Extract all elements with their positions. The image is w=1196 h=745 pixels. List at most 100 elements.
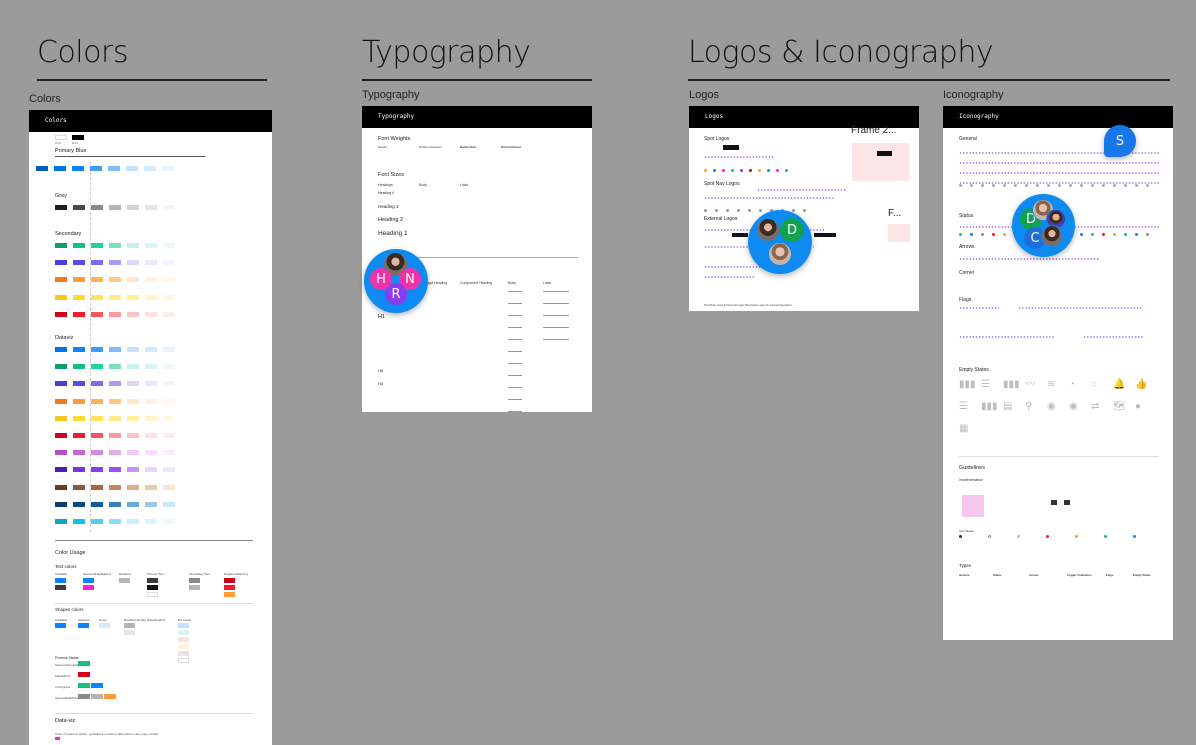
general-icon[interactable] xyxy=(1036,184,1039,187)
color-swatch[interactable] xyxy=(109,364,121,370)
empty-state-icon[interactable]: ⚲ xyxy=(1025,402,1039,412)
empty-state-icon[interactable]: ▦ xyxy=(959,424,973,434)
nav-logo-icon[interactable] xyxy=(737,209,740,212)
general-icon[interactable] xyxy=(992,184,995,187)
color-swatch[interactable] xyxy=(55,519,67,524)
status-swatch[interactable] xyxy=(78,661,90,666)
color-swatch[interactable] xyxy=(55,433,67,438)
empty-state-icon[interactable]: ○ xyxy=(1091,380,1105,390)
status-icon[interactable] xyxy=(1003,233,1006,236)
color-swatch[interactable] xyxy=(55,294,67,300)
logo-icon[interactable] xyxy=(749,169,752,172)
avatar-photo[interactable] xyxy=(1041,225,1063,247)
color-swatch[interactable] xyxy=(73,450,85,456)
color-swatch[interactable] xyxy=(90,166,102,171)
color-swatch[interactable] xyxy=(108,166,120,171)
color-swatch[interactable] xyxy=(109,398,121,404)
color-swatch[interactable] xyxy=(145,277,157,283)
logo-icon[interactable] xyxy=(785,169,788,172)
color-swatch[interactable] xyxy=(163,433,175,438)
color-swatch[interactable] xyxy=(73,501,85,507)
color-swatch[interactable] xyxy=(91,347,103,352)
color-swatch[interactable] xyxy=(127,467,139,473)
status-swatch[interactable] xyxy=(91,694,103,699)
color-swatch[interactable] xyxy=(127,311,139,317)
empty-state-icon[interactable]: ☰ xyxy=(981,380,995,390)
color-swatch[interactable] xyxy=(127,277,139,283)
color-swatch[interactable] xyxy=(73,294,85,300)
general-icon[interactable] xyxy=(959,184,962,187)
color-swatch[interactable] xyxy=(91,311,103,317)
color-swatch[interactable] xyxy=(145,519,157,524)
color-swatch[interactable] xyxy=(109,415,121,421)
color-swatch[interactable] xyxy=(55,364,67,370)
color-swatch[interactable] xyxy=(163,398,175,404)
color-swatch[interactable] xyxy=(127,519,139,524)
color-swatch[interactable] xyxy=(224,578,235,583)
color-swatch[interactable] xyxy=(163,501,175,507)
color-swatch[interactable] xyxy=(91,433,103,438)
color-swatch[interactable] xyxy=(145,450,157,456)
color-swatch[interactable] xyxy=(189,578,200,583)
frame-label-colors[interactable]: Colors xyxy=(29,93,61,105)
color-swatch[interactable] xyxy=(55,585,66,590)
general-icon[interactable] xyxy=(1102,184,1105,187)
collaborator-cluster-typography[interactable]: H N R xyxy=(364,249,428,313)
empty-state-icon[interactable]: ▤ xyxy=(1003,402,1017,412)
frame-logos[interactable]: Logos Spot Logos Spot Nav Logos External L… xyxy=(689,106,919,311)
color-swatch[interactable] xyxy=(163,260,175,266)
color-swatch[interactable] xyxy=(109,205,121,210)
general-icon[interactable] xyxy=(1014,184,1017,187)
color-swatch[interactable] xyxy=(124,630,135,635)
color-swatch[interactable] xyxy=(109,277,121,283)
logo-icon[interactable] xyxy=(704,169,707,172)
color-swatch[interactable] xyxy=(224,592,235,597)
color-swatch[interactable] xyxy=(55,381,67,387)
avatar-s[interactable]: S xyxy=(1110,131,1130,151)
color-swatch[interactable] xyxy=(145,364,157,370)
spot-logo-dark[interactable] xyxy=(723,145,739,150)
status-icon[interactable] xyxy=(1146,233,1149,236)
color-swatch[interactable] xyxy=(147,578,158,583)
external-logo-dark[interactable] xyxy=(732,233,748,237)
color-swatch[interactable] xyxy=(73,260,85,266)
general-icon[interactable] xyxy=(1047,184,1050,187)
general-icon[interactable] xyxy=(981,184,984,187)
color-swatch[interactable] xyxy=(163,415,175,421)
color-swatch[interactable] xyxy=(83,578,94,583)
color-swatch[interactable] xyxy=(145,381,157,387)
status-swatch[interactable] xyxy=(78,672,90,677)
color-swatch[interactable] xyxy=(55,467,67,473)
nav-logo-icon[interactable] xyxy=(715,209,718,212)
frame-label-typography[interactable]: Typography xyxy=(362,89,419,101)
color-swatch[interactable] xyxy=(91,381,103,387)
logo-icon[interactable] xyxy=(731,169,734,172)
color-swatch[interactable] xyxy=(127,364,139,370)
color-swatch[interactable] xyxy=(127,294,139,300)
color-swatch[interactable] xyxy=(127,260,139,266)
empty-state-icon[interactable]: 👍 xyxy=(1135,380,1149,390)
color-swatch[interactable] xyxy=(163,381,175,387)
color-swatch[interactable] xyxy=(109,243,121,248)
bg-swatch[interactable] xyxy=(178,637,189,642)
color-swatch[interactable] xyxy=(145,415,157,421)
side-frame-small[interactable] xyxy=(888,224,910,242)
status-swatch[interactable] xyxy=(91,683,103,688)
color-swatch[interactable] xyxy=(83,585,94,590)
color-swatch[interactable] xyxy=(36,166,48,171)
color-swatch[interactable] xyxy=(163,311,175,317)
color-swatch[interactable] xyxy=(145,433,157,438)
empty-state-icon[interactable]: 🔔 xyxy=(1113,380,1127,390)
color-swatch[interactable] xyxy=(162,166,174,171)
color-swatch[interactable] xyxy=(145,501,157,507)
general-icon[interactable] xyxy=(1135,184,1138,187)
color-swatch[interactable] xyxy=(99,623,110,628)
bg-swatch[interactable] xyxy=(178,644,189,649)
status-swatch[interactable] xyxy=(104,694,116,699)
empty-state-icon[interactable]: ◉ xyxy=(1047,402,1061,412)
empty-state-icon[interactable]: ◉ xyxy=(1069,402,1083,412)
avatar-photo[interactable] xyxy=(756,218,780,242)
empty-state-icon[interactable]: ● xyxy=(1135,402,1149,412)
color-swatch[interactable] xyxy=(163,294,175,300)
logo-icon[interactable] xyxy=(776,169,779,172)
